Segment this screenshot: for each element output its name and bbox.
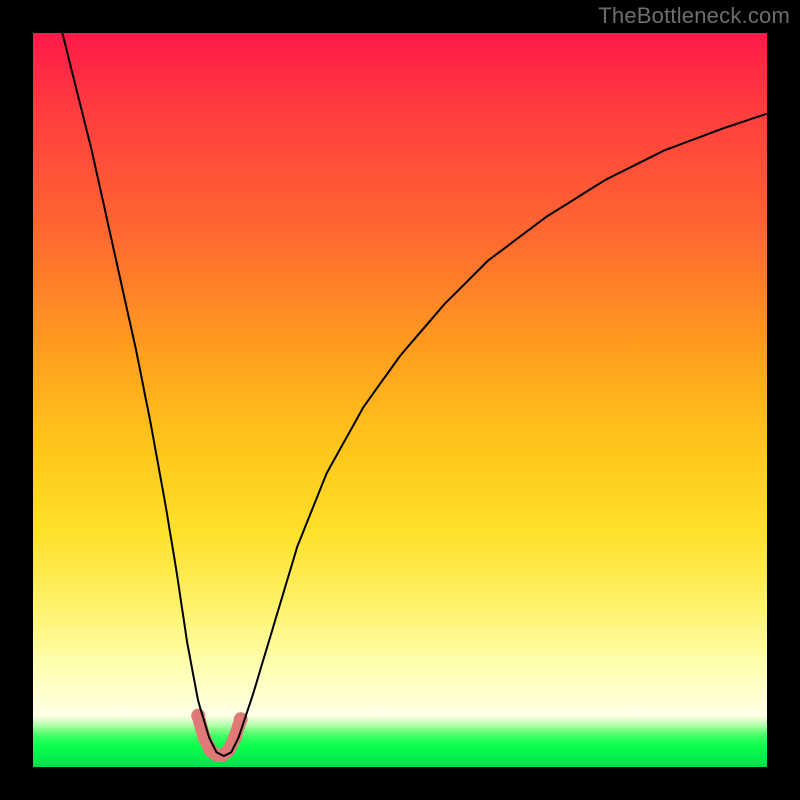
curve-svg <box>33 33 767 767</box>
watermark-text: TheBottleneck.com <box>598 3 790 29</box>
chart-frame: TheBottleneck.com <box>0 0 800 800</box>
bottleneck-curve <box>62 33 767 756</box>
plot-area <box>33 33 767 767</box>
